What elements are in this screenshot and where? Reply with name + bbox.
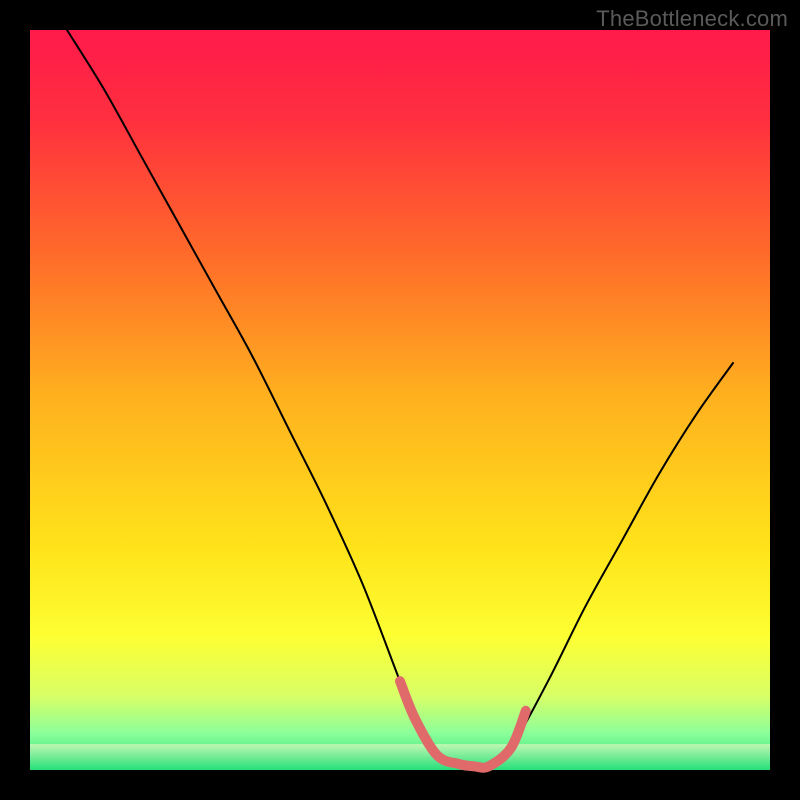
chart-stage: TheBottleneck.com (0, 0, 800, 800)
bottleneck-chart (0, 0, 800, 800)
plot-background (30, 30, 770, 770)
green-band (30, 744, 770, 770)
attribution-text: TheBottleneck.com (596, 6, 788, 32)
